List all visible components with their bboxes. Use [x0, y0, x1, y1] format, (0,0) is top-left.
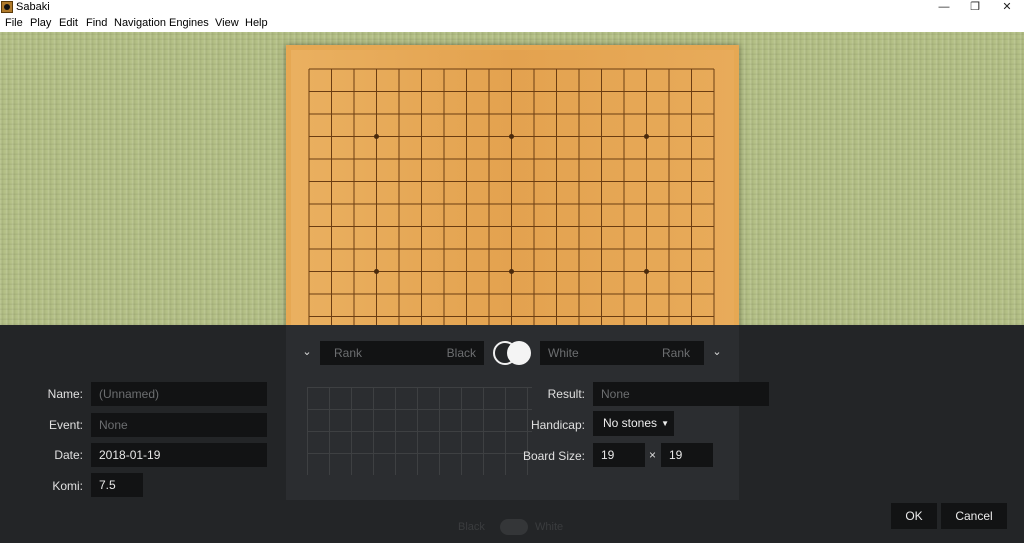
menu-navigation[interactable]: Navigation [114, 17, 166, 29]
star-point [374, 269, 379, 274]
star-point [509, 269, 514, 274]
white-stone-icon [507, 341, 531, 365]
dropdown-arrow-icon: ▼ [661, 419, 669, 428]
maximize-button[interactable]: ❐ [960, 0, 990, 15]
menu-find[interactable]: Find [86, 17, 107, 29]
cancel-button[interactable]: Cancel [941, 503, 1007, 529]
menu-bar: File Play Edit Find Navigation Engines V… [0, 15, 1024, 33]
komi-input[interactable]: 7.5 [91, 473, 143, 497]
white-rank-input[interactable]: Rank [662, 341, 690, 365]
komi-label: Komi: [52, 479, 83, 493]
date-label: Date: [54, 448, 83, 462]
minimize-button[interactable]: — [929, 0, 959, 15]
event-label: Event: [48, 418, 83, 432]
result-input[interactable]: None [593, 382, 769, 406]
name-label: Name: [47, 387, 83, 401]
bg-toggle [500, 519, 528, 535]
board-size-separator: × [649, 448, 657, 462]
game-info-dialog: ⌄ Rank Black White Rank ⌄ Name: (Unnamed… [0, 325, 1024, 543]
go-board[interactable] [286, 45, 739, 335]
title-bar: Sabaki — ❐ ✕ [0, 0, 1024, 15]
star-point [644, 134, 649, 139]
board-height-input[interactable]: 19 [661, 443, 713, 467]
board-ghost-grid [307, 387, 532, 475]
white-player-field[interactable]: White Rank [540, 341, 704, 365]
event-input[interactable]: None [91, 413, 267, 437]
black-name-input[interactable]: Black [447, 341, 476, 365]
menu-edit[interactable]: Edit [59, 17, 78, 29]
swap-players-toggle[interactable] [493, 341, 532, 365]
white-name-input[interactable]: White [548, 341, 579, 365]
handicap-value: No stones [603, 416, 658, 430]
window-title: Sabaki [16, 1, 50, 13]
black-player-field[interactable]: Rank Black [320, 341, 484, 365]
result-label: Result: [547, 387, 585, 401]
board-width-input[interactable]: 19 [593, 443, 645, 467]
ok-button[interactable]: OK [891, 503, 937, 529]
board-size-label: Board Size: [522, 449, 585, 463]
menu-help[interactable]: Help [245, 17, 268, 29]
board-grid[interactable] [286, 45, 739, 335]
star-point [644, 269, 649, 274]
app-icon [1, 1, 13, 13]
menu-engines[interactable]: Engines [169, 17, 209, 29]
menu-play[interactable]: Play [30, 17, 51, 29]
handicap-select[interactable]: No stones ▼ [593, 411, 674, 436]
name-input[interactable]: (Unnamed) [91, 382, 267, 406]
close-button[interactable]: ✕ [992, 0, 1022, 15]
star-point [374, 134, 379, 139]
white-engine-chevron-icon[interactable]: ⌄ [710, 345, 724, 359]
black-rank-input[interactable]: Rank [334, 341, 362, 365]
bg-black-label: Black [458, 521, 485, 533]
date-input[interactable]: 2018-01-19 [91, 443, 267, 467]
handicap-label: Handicap: [530, 418, 585, 432]
black-engine-chevron-icon[interactable]: ⌄ [300, 345, 314, 359]
menu-file[interactable]: File [5, 17, 23, 29]
menu-view[interactable]: View [215, 17, 239, 29]
star-point [509, 134, 514, 139]
bg-white-label: White [535, 521, 564, 533]
